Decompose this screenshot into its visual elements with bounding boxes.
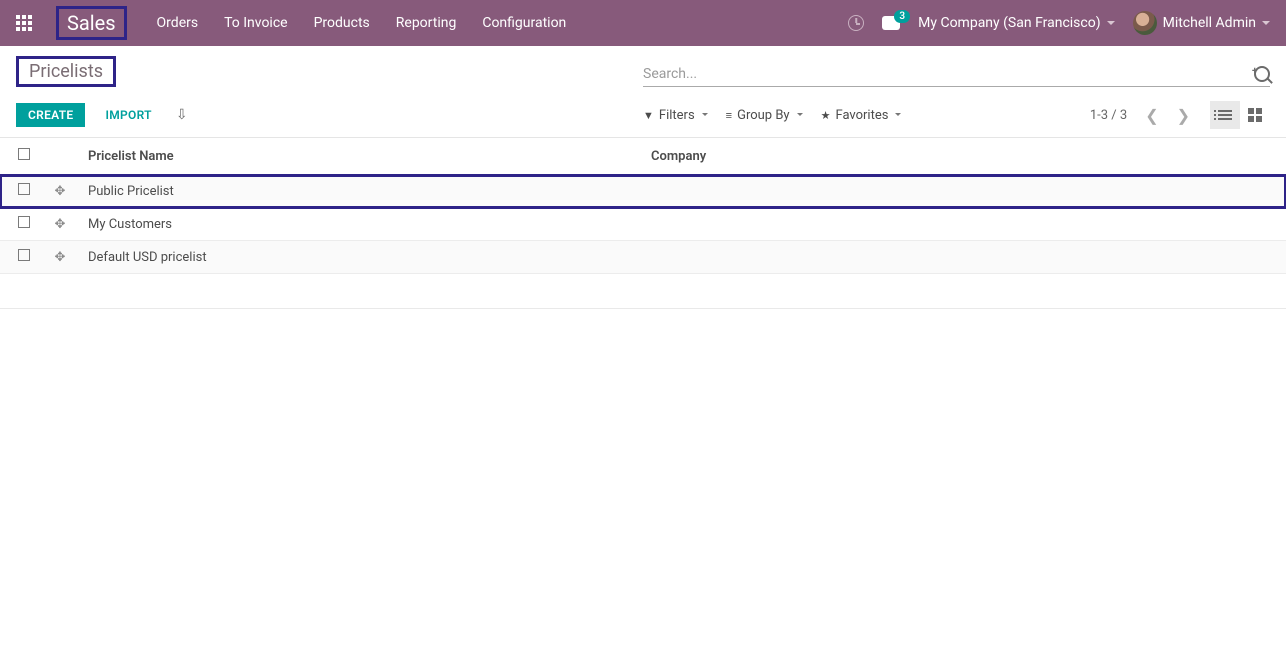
messages-button[interactable]: 3 (882, 16, 900, 30)
cell-company (643, 241, 1286, 274)
export-icon[interactable]: ⇩ (176, 107, 188, 123)
apps-icon[interactable] (16, 15, 32, 31)
list-icon (1218, 110, 1232, 120)
breadcrumb: Pricelists (16, 56, 116, 87)
user-menu[interactable]: Mitchell Admin (1133, 11, 1270, 35)
search-icon[interactable]: + (1248, 66, 1270, 82)
company-selector[interactable]: My Company (San Francisco) (918, 15, 1114, 31)
row-checkbox[interactable] (18, 183, 30, 195)
control-panel: Pricelists + CREATE IMPORT ⇩ ▼ Filters ≡… (0, 46, 1286, 138)
filters-button[interactable]: ▼ Filters (643, 108, 708, 123)
cell-name: Default USD pricelist (80, 241, 643, 274)
pager-text[interactable]: 1-3 / 3 (1090, 108, 1127, 123)
drag-handle-icon[interactable]: ✥ (55, 184, 66, 199)
kanban-icon (1248, 108, 1262, 122)
cell-company (643, 175, 1286, 208)
nav-products[interactable]: Products (314, 15, 370, 31)
list-view: Pricelist Name Company ✥ Public Pricelis… (0, 138, 1286, 274)
select-all-checkbox[interactable] (18, 148, 30, 160)
favorites-button[interactable]: ★ Favorites (821, 108, 902, 123)
avatar (1133, 11, 1157, 35)
table-row[interactable]: ✥ Default USD pricelist (0, 241, 1286, 274)
nav-to-invoice[interactable]: To Invoice (224, 15, 288, 31)
cell-company (643, 208, 1286, 241)
col-company[interactable]: Company (643, 138, 1286, 175)
topbar: Sales Orders To Invoice Products Reporti… (0, 0, 1286, 46)
user-name: Mitchell Admin (1163, 15, 1256, 31)
filters-label: Filters (659, 108, 695, 123)
nav-configuration[interactable]: Configuration (482, 15, 566, 31)
create-button[interactable]: CREATE (16, 103, 85, 127)
separator (0, 308, 1286, 309)
pager-prev[interactable]: ❮ (1139, 102, 1164, 129)
caret-down-icon (797, 113, 803, 119)
topbar-right: 3 My Company (San Francisco) Mitchell Ad… (848, 11, 1270, 35)
search-options: ▼ Filters ≡ Group By ★ Favorites 1-3 / 3… (643, 101, 1270, 129)
row-checkbox[interactable] (18, 216, 30, 228)
pricelist-table: Pricelist Name Company ✥ Public Pricelis… (0, 138, 1286, 274)
activity-icon[interactable] (848, 15, 864, 31)
caret-down-icon (702, 113, 708, 119)
list-view-button[interactable] (1210, 101, 1240, 129)
kanban-view-button[interactable] (1240, 101, 1270, 129)
nav-orders[interactable]: Orders (157, 15, 199, 31)
groupby-label: Group By (737, 108, 790, 123)
funnel-icon: ▼ (643, 109, 654, 122)
nav-menu: Orders To Invoice Products Reporting Con… (157, 15, 567, 31)
search-input[interactable] (643, 62, 1248, 86)
caret-down-icon (895, 113, 901, 119)
nav-reporting[interactable]: Reporting (396, 15, 457, 31)
caret-down-icon (1107, 21, 1115, 29)
drag-handle-icon[interactable]: ✥ (55, 217, 66, 232)
table-row[interactable]: ✥ Public Pricelist (0, 175, 1286, 208)
import-button[interactable]: IMPORT (93, 103, 163, 127)
messages-badge: 3 (894, 10, 910, 23)
col-name[interactable]: Pricelist Name (80, 138, 643, 175)
groupby-icon: ≡ (726, 109, 732, 122)
cell-name: My Customers (80, 208, 643, 241)
table-row[interactable]: ✥ My Customers (0, 208, 1286, 241)
brand[interactable]: Sales (56, 6, 127, 40)
star-icon: ★ (821, 109, 831, 122)
search-box[interactable]: + (643, 62, 1270, 87)
table-header-row: Pricelist Name Company (0, 138, 1286, 175)
row-checkbox[interactable] (18, 249, 30, 261)
caret-down-icon (1262, 21, 1270, 29)
favorites-label: Favorites (835, 108, 888, 123)
pager-next[interactable]: ❯ (1171, 102, 1196, 129)
cell-name: Public Pricelist (80, 175, 643, 208)
view-switcher (1210, 101, 1270, 129)
drag-handle-icon[interactable]: ✥ (55, 250, 66, 265)
groupby-button[interactable]: ≡ Group By (726, 108, 803, 123)
company-name: My Company (San Francisco) (918, 15, 1100, 31)
pager: 1-3 / 3 ❮ ❯ (1090, 101, 1270, 129)
